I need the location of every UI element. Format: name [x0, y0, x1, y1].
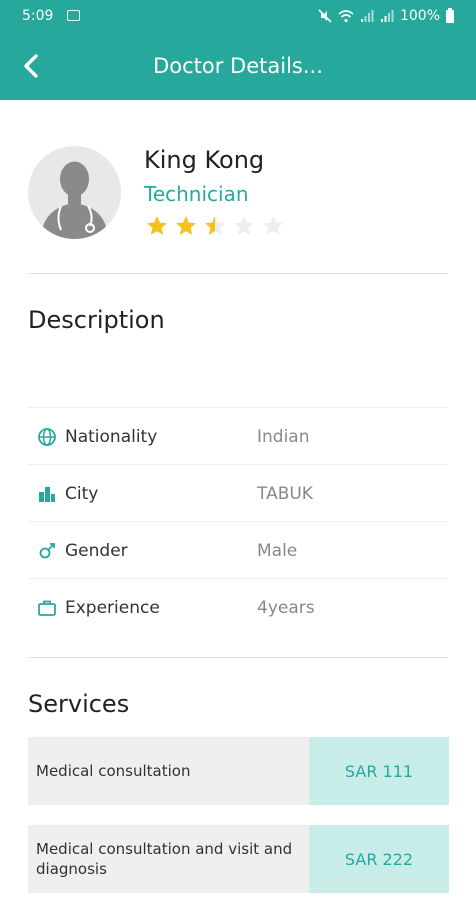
service-item[interactable]: Medical consultation SAR 111 — [28, 737, 449, 805]
info-label: Gender — [65, 541, 128, 561]
service-price: SAR 111 — [309, 737, 449, 805]
avatar — [28, 146, 121, 239]
divider — [28, 273, 448, 274]
info-value: Indian — [257, 427, 310, 447]
status-time: 5:09 — [22, 8, 54, 24]
service-price: SAR 222 — [309, 825, 449, 893]
info-row-gender: Gender Male — [28, 521, 448, 578]
page-title: Doctor Details... — [153, 54, 323, 78]
info-label: City — [65, 484, 99, 504]
doctor-role: Technician — [144, 182, 249, 206]
star-icon-half — [205, 216, 225, 235]
service-name: Medical consultation — [36, 761, 191, 780]
star-icon-empty — [234, 216, 254, 235]
info-label: Nationality — [65, 427, 158, 447]
info-row-experience: Experience 4years — [28, 578, 448, 635]
service-item[interactable]: Medical consultation and visit and diagn… — [28, 825, 449, 893]
briefcase-icon — [38, 600, 56, 616]
rating-stars — [144, 214, 286, 238]
info-value: TABUK — [257, 484, 313, 504]
star-icon-filled — [176, 216, 196, 235]
service-name: Medical consultation and visit and diagn… — [36, 839, 293, 878]
app-bar: Doctor Details... — [0, 34, 476, 100]
info-label: Experience — [65, 598, 160, 618]
gender-icon — [39, 543, 55, 559]
doctor-profile — [28, 146, 121, 239]
star-icon-empty — [263, 216, 283, 235]
signal-icon — [360, 10, 374, 22]
divider — [28, 657, 448, 658]
signal-icon — [380, 10, 394, 22]
info-row-nationality: Nationality Indian — [28, 407, 448, 464]
services-title: Services — [28, 690, 130, 718]
status-bar: 5:09 100% — [0, 0, 476, 34]
info-row-city: City TABUK — [28, 464, 448, 521]
star-icon-filled — [147, 216, 167, 235]
mute-icon — [318, 9, 332, 23]
globe-icon — [38, 428, 56, 446]
battery-percent: 100% — [399, 8, 440, 24]
info-value: 4years — [257, 598, 315, 618]
info-value: Male — [257, 541, 298, 561]
city-icon — [39, 487, 55, 502]
battery-icon — [446, 7, 454, 23]
doctor-name: King Kong — [144, 146, 265, 174]
gallery-icon — [67, 10, 80, 21]
doctor-avatar-icon — [28, 146, 121, 239]
status-icons: 100% — [318, 7, 454, 24]
description-title: Description — [28, 306, 165, 334]
wifi-icon — [338, 10, 354, 23]
